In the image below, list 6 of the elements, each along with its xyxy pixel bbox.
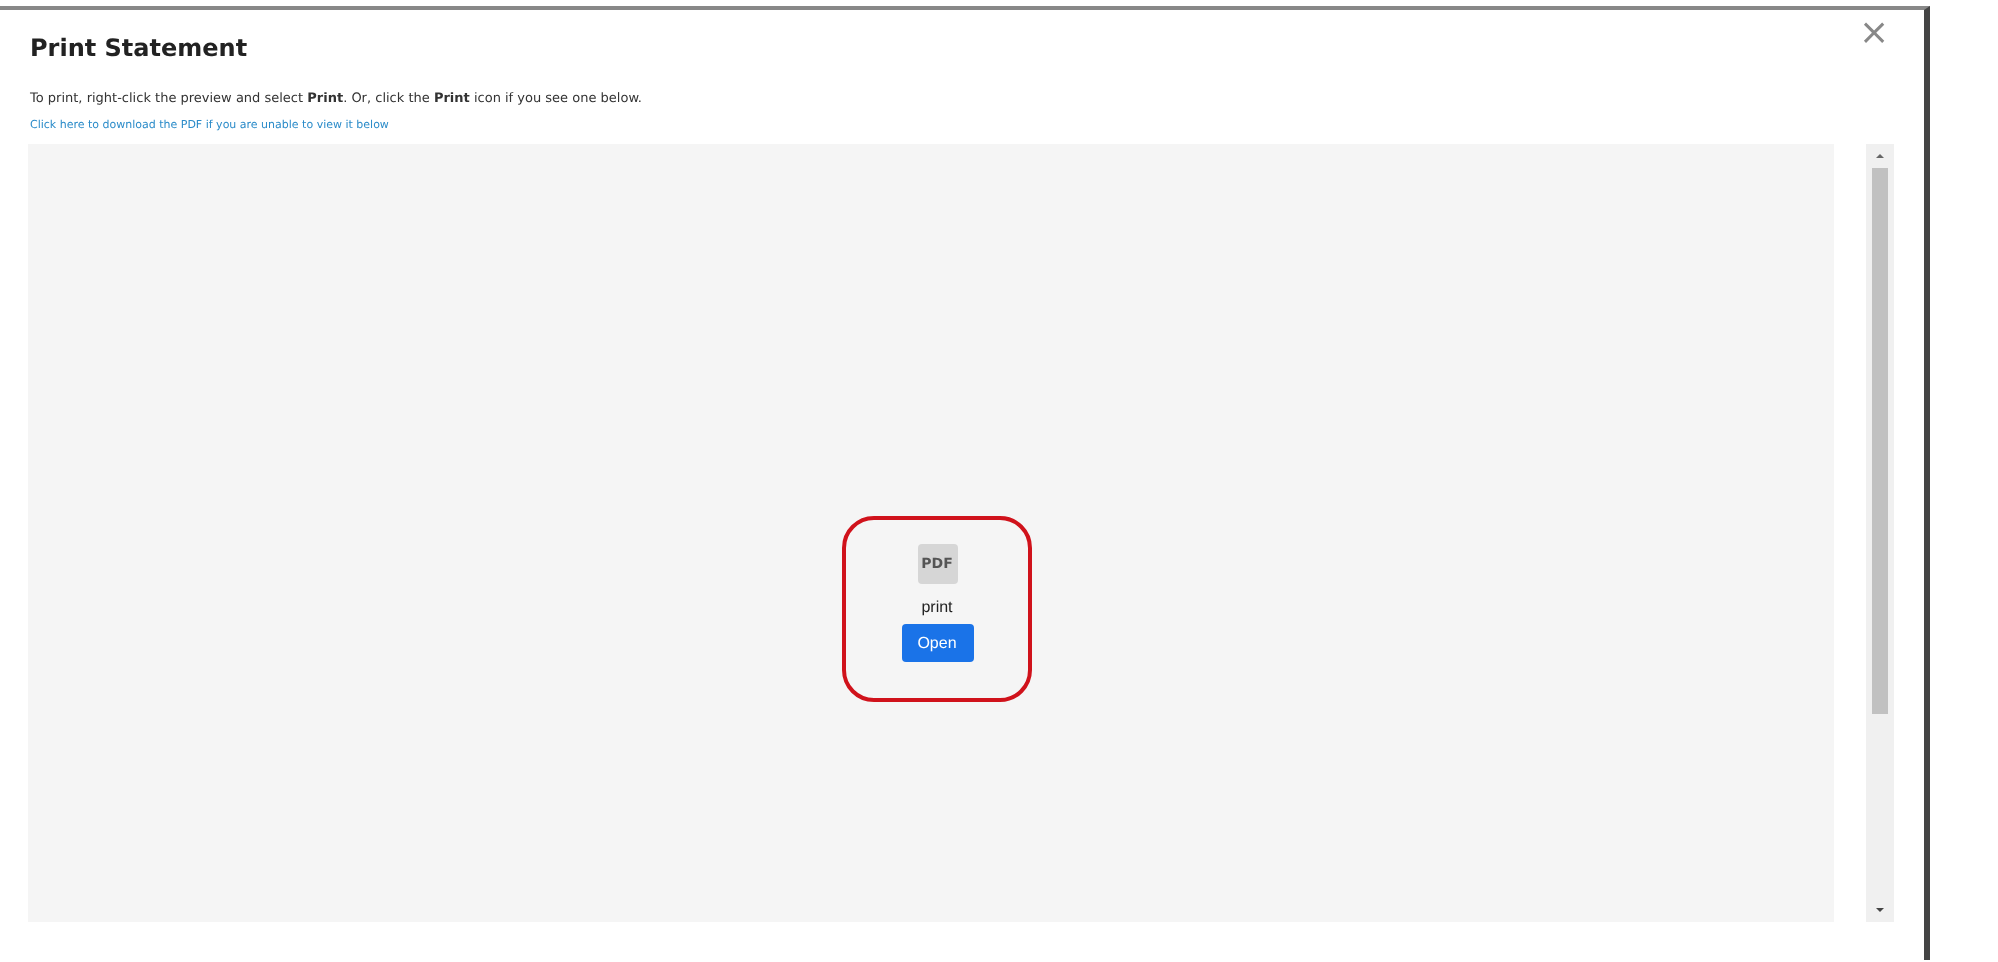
dialog-title: Print Statement [30,34,248,62]
file-name: print [921,598,953,616]
open-button[interactable]: Open [901,624,973,662]
scrollbar[interactable] [1866,144,1894,922]
scrollbar-thumb[interactable] [1872,168,1888,714]
close-button[interactable]: × [1858,14,1890,54]
